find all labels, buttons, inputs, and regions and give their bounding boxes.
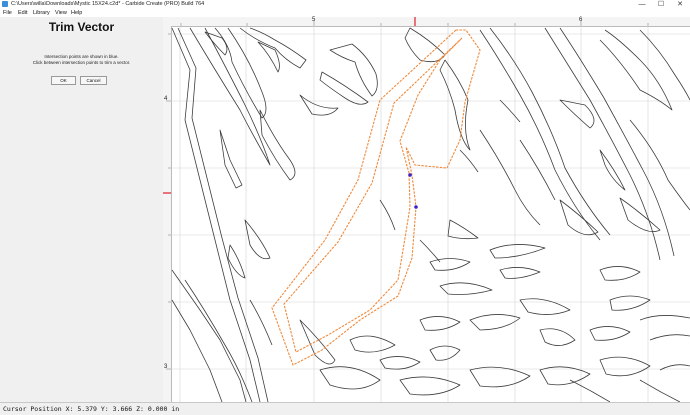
cursor-position-label: Cursor Position bbox=[3, 405, 62, 413]
ok-button[interactable]: OK bbox=[51, 76, 76, 85]
cursor-position-readout: Cursor Position X: 5.379 Y: 3.666 Z: 0.0… bbox=[3, 405, 179, 413]
status-bar: Cursor Position X: 5.379 Y: 3.666 Z: 0.0… bbox=[0, 402, 690, 415]
y-label: Y: bbox=[100, 405, 109, 413]
cancel-button[interactable]: Cancel bbox=[80, 76, 107, 85]
menu-bar: File Edit Library View Help bbox=[0, 9, 690, 17]
menu-library[interactable]: Library bbox=[33, 9, 50, 17]
panel-message-line1: Intersection points are shown in blue. bbox=[44, 54, 119, 59]
unit-label: in bbox=[171, 405, 180, 413]
title-bar: C:\Users\willa\Downloads\Mystic 15X24.c2… bbox=[0, 0, 690, 9]
top-ruler-label-5: 5 bbox=[312, 17, 316, 23]
panel-message-line2: Click between intersection points to tri… bbox=[32, 60, 131, 65]
panel-title: Trim Vector bbox=[48, 20, 115, 34]
left-ruler-label-4: 4 bbox=[164, 96, 168, 102]
grid bbox=[171, 26, 690, 402]
z-label: Z: bbox=[136, 405, 144, 413]
artwork-vectors bbox=[171, 27, 690, 402]
intersection-point-1[interactable] bbox=[408, 173, 412, 177]
close-button[interactable]: ✕ bbox=[670, 0, 690, 9]
maximize-button[interactable]: ☐ bbox=[651, 0, 671, 9]
x-value: 5.379 bbox=[77, 405, 97, 413]
selected-vector[interactable] bbox=[271, 29, 481, 366]
x-label: X: bbox=[65, 405, 74, 413]
left-ruler-label-3: 3 bbox=[164, 364, 168, 370]
window-title: C:\Users\willa\Downloads\Mystic 15X24.c2… bbox=[11, 1, 205, 7]
menu-help[interactable]: Help bbox=[71, 9, 82, 17]
design-canvas[interactable] bbox=[171, 26, 690, 402]
top-ruler-label-6: 6 bbox=[579, 17, 583, 23]
trim-vector-panel: Trim Vector Intersection points are show… bbox=[0, 17, 164, 402]
minimize-button[interactable]: — bbox=[632, 0, 652, 9]
menu-edit[interactable]: Edit bbox=[18, 9, 27, 17]
y-value: 3.666 bbox=[112, 405, 133, 413]
menu-file[interactable]: File bbox=[3, 9, 12, 17]
app-icon bbox=[2, 1, 8, 7]
menu-view[interactable]: View bbox=[55, 9, 67, 17]
z-value: 0.000 bbox=[147, 405, 168, 413]
intersection-point-2[interactable] bbox=[414, 205, 418, 209]
